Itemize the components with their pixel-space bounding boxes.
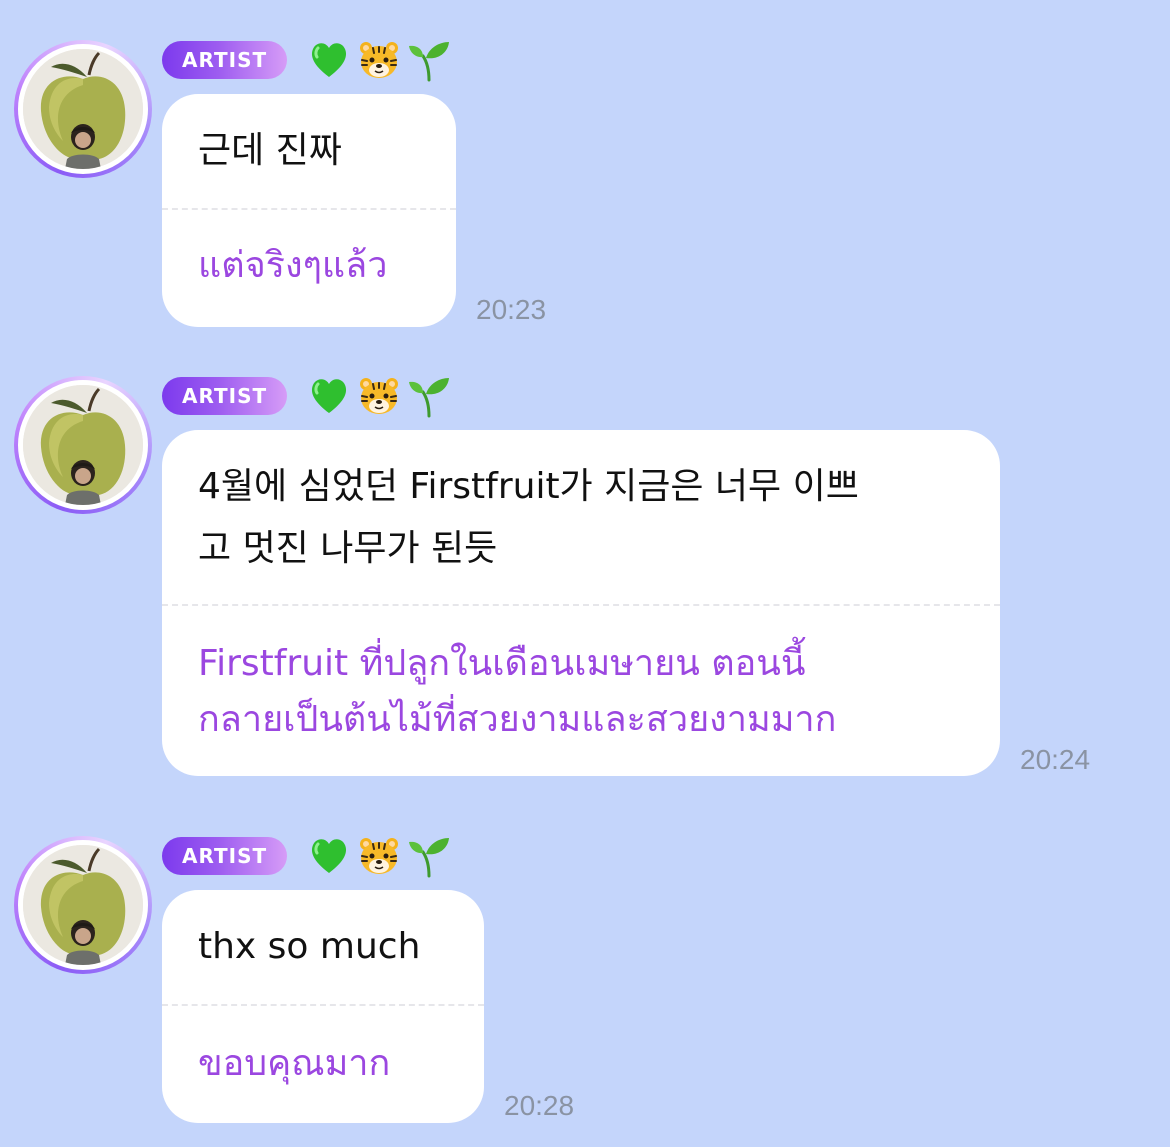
seedling-icon [407,374,451,418]
avatar-image [18,380,148,510]
message-bubble[interactable]: 근데 진짜 แต่จริงๆแล้ว [162,94,456,327]
message-text: thx so much [198,926,421,967]
translation-divider [162,604,1000,606]
avatar-image [18,840,148,970]
tiger-face-icon [357,834,401,878]
translation-text-line: Firstfruit ที่ปลูกในเดือนเมษายน ตอนนี้ [198,643,806,684]
translation-divider [162,1004,484,1006]
timestamp: 20:23 [476,294,547,325]
message-header: ARTIST [162,40,451,80]
seedling-icon [407,834,451,878]
avatar[interactable] [14,836,152,974]
artist-badge: ARTIST [162,41,288,79]
apple-avatar-icon [23,385,143,505]
timestamp: 20:24 [1020,744,1091,775]
message-header: ARTIST [162,376,451,416]
translation-text-line: กลายเป็นต้นไม้ที่สวยงามและสวยงามมาก [198,699,837,740]
artist-badge: ARTIST [162,377,288,415]
translation-text: Firstfruit ที่ปลูกในเดือนเมษายน ตอนนี้ ก… [198,636,836,748]
apple-avatar-icon [23,845,143,965]
avatar[interactable] [14,376,152,514]
tiger-face-icon [357,374,401,418]
message-bubble[interactable]: 4월에 심었던 Firstfruit가 지금은 너무 이쁘 고 멋진 나무가 된… [162,430,1000,776]
translation-text: แต่จริงๆแล้ว [198,245,388,286]
avatar-image [18,44,148,174]
translation-divider [162,208,456,210]
message-text-line: 4월에 심었던 Firstfruit가 지금은 너무 이쁘 [198,466,859,507]
green-heart-icon [307,38,351,82]
emoji-row [307,834,451,878]
seedling-icon [407,38,451,82]
artist-badge: ARTIST [162,837,288,875]
apple-avatar-icon [23,49,143,169]
avatar[interactable] [14,40,152,178]
message-bubble[interactable]: thx so much ขอบคุณมาก [162,890,484,1123]
timestamp: 20:28 [504,1090,575,1121]
translation-text: ขอบคุณมาก [198,1043,391,1084]
message-text-line: 고 멋진 나무가 된듯 [198,528,498,569]
tiger-face-icon [357,38,401,82]
message-text: 근데 진짜 [198,130,342,171]
emoji-row [307,374,451,418]
green-heart-icon [307,374,351,418]
message-text: 4월에 심었던 Firstfruit가 지금은 너무 이쁘 고 멋진 나무가 된… [198,456,859,580]
emoji-row [307,38,451,82]
green-heart-icon [307,834,351,878]
message-header: ARTIST [162,836,451,876]
